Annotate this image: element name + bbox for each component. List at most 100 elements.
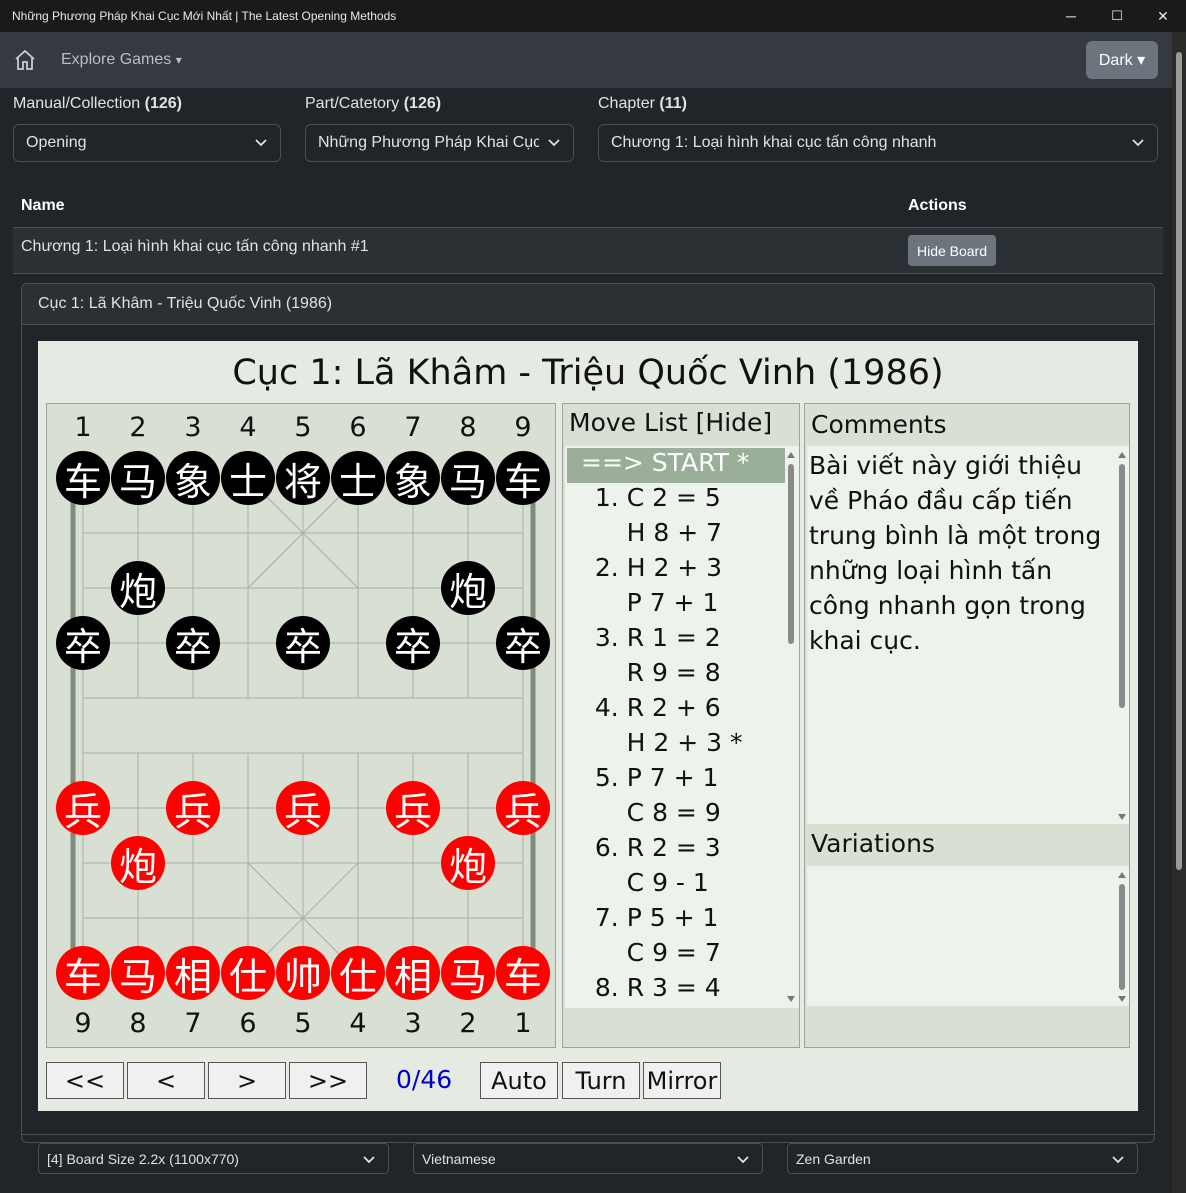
column-number: 3 bbox=[404, 1008, 422, 1039]
black-piece[interactable]: 士 bbox=[331, 451, 385, 505]
red-piece[interactable]: 相 bbox=[166, 946, 220, 1000]
black-piece[interactable]: 士 bbox=[221, 451, 275, 505]
black-pawn[interactable]: 卒 bbox=[276, 616, 330, 670]
red-pawn[interactable]: 兵 bbox=[276, 781, 330, 835]
next-move-button[interactable]: > bbox=[208, 1062, 286, 1099]
black-piece[interactable]: 象 bbox=[386, 451, 440, 505]
scroll-down-icon[interactable] bbox=[787, 996, 795, 1002]
explore-games-menu[interactable]: Explore Games ▾ bbox=[61, 51, 182, 69]
move-item[interactable]: C 8 = 9 bbox=[579, 798, 721, 833]
scroll-up-icon[interactable] bbox=[1118, 872, 1126, 878]
move-item[interactable]: P 7 + 1 bbox=[579, 588, 719, 623]
column-number: 4 bbox=[239, 412, 257, 443]
variations-box[interactable] bbox=[807, 866, 1129, 1006]
column-number: 3 bbox=[184, 412, 202, 443]
column-number: 2 bbox=[129, 412, 147, 443]
maximize-button[interactable]: ☐ bbox=[1094, 0, 1140, 32]
scroll-down-icon[interactable] bbox=[1118, 996, 1126, 1002]
board-size-select[interactable]: [4] Board Size 2.2x (1100x770) bbox=[38, 1143, 389, 1174]
move-list-panel: Move List [Hide] ==> START * 1. C 2 = 5 … bbox=[562, 403, 800, 1048]
comments-scrollbar[interactable] bbox=[1115, 448, 1129, 824]
move-item[interactable]: 8. R 3 = 4 bbox=[579, 973, 721, 1008]
red-cannon[interactable]: 炮 bbox=[111, 836, 165, 890]
column-number: 8 bbox=[129, 1008, 147, 1039]
chapter-select[interactable]: Chương 1: Loại hình khai cục tấn công nh… bbox=[598, 124, 1158, 162]
move-item[interactable]: 6. R 2 = 3 bbox=[579, 833, 721, 868]
first-move-button[interactable]: << bbox=[46, 1062, 124, 1099]
move-list-scrollbar[interactable] bbox=[784, 448, 798, 1006]
move-item[interactable]: 7. P 5 + 1 bbox=[579, 903, 718, 938]
red-piece[interactable]: 相 bbox=[386, 946, 440, 1000]
black-pawn[interactable]: 卒 bbox=[166, 616, 220, 670]
scroll-down-icon[interactable] bbox=[1118, 814, 1126, 820]
variations-header: Variations bbox=[811, 829, 935, 858]
chapter-label: Chapter (11) bbox=[598, 95, 687, 112]
black-cannon[interactable]: 炮 bbox=[111, 561, 165, 615]
black-piece[interactable]: 车 bbox=[56, 451, 110, 505]
move-item[interactable]: C 9 = 7 bbox=[579, 938, 721, 973]
scroll-up-icon[interactable] bbox=[787, 452, 795, 458]
move-item[interactable]: C 9 - 1 bbox=[579, 868, 709, 903]
red-pawn[interactable]: 兵 bbox=[56, 781, 110, 835]
page-scrollbar[interactable] bbox=[1172, 32, 1186, 1193]
red-cannon[interactable]: 炮 bbox=[441, 836, 495, 890]
black-piece[interactable]: 象 bbox=[166, 451, 220, 505]
move-counter: 0/46 bbox=[396, 1065, 453, 1094]
move-item[interactable]: 2. H 2 + 3 bbox=[579, 553, 722, 588]
turn-board-button[interactable]: Turn bbox=[562, 1062, 640, 1099]
move-item[interactable]: H 2 + 3 * bbox=[579, 728, 743, 763]
red-pawn[interactable]: 兵 bbox=[496, 781, 550, 835]
auto-play-button[interactable]: Auto bbox=[480, 1062, 558, 1099]
red-piece[interactable]: 仕 bbox=[221, 946, 275, 1000]
black-cannon[interactable]: 炮 bbox=[441, 561, 495, 615]
part-label: Part/Catetory (126) bbox=[305, 95, 442, 112]
black-piece[interactable]: 车 bbox=[496, 451, 550, 505]
home-icon[interactable] bbox=[13, 48, 37, 72]
actions-column-header: Actions bbox=[908, 197, 967, 214]
red-piece[interactable]: 马 bbox=[441, 946, 495, 1000]
mirror-board-button[interactable]: Mirror bbox=[643, 1062, 721, 1099]
board-theme-select[interactable]: Zen Garden bbox=[787, 1143, 1138, 1174]
red-piece[interactable]: 车 bbox=[496, 946, 550, 1000]
black-piece[interactable]: 马 bbox=[441, 451, 495, 505]
red-pawn[interactable]: 兵 bbox=[386, 781, 440, 835]
move-start[interactable]: ==> START * bbox=[567, 448, 785, 483]
move-item[interactable]: 1. C 2 = 5 bbox=[579, 483, 721, 518]
language-select[interactable]: Vietnamese bbox=[413, 1143, 763, 1174]
window-title: Những Phương Pháp Khai Cục Mới Nhất | Th… bbox=[12, 9, 397, 23]
black-pawn[interactable]: 卒 bbox=[56, 616, 110, 670]
chevron-down-icon bbox=[1112, 1156, 1124, 1164]
variations-scrollbar[interactable] bbox=[1115, 868, 1129, 1006]
red-piece[interactable]: 仕 bbox=[331, 946, 385, 1000]
part-select[interactable]: Những Phương Pháp Khai Cục Mới Nhất bbox=[305, 124, 574, 162]
comments-header: Comments bbox=[811, 410, 947, 439]
black-pawn[interactable]: 卒 bbox=[386, 616, 440, 670]
move-item[interactable]: 3. R 1 = 2 bbox=[579, 623, 721, 658]
black-pawn[interactable]: 卒 bbox=[496, 616, 550, 670]
move-item[interactable]: H 8 + 7 bbox=[579, 518, 722, 553]
close-button[interactable]: ✕ bbox=[1140, 0, 1186, 32]
minimize-button[interactable]: ─ bbox=[1048, 0, 1094, 32]
column-number: 1 bbox=[74, 412, 92, 443]
last-move-button[interactable]: >> bbox=[289, 1062, 367, 1099]
column-number: 2 bbox=[459, 1008, 477, 1039]
xiangqi-board[interactable]: 车马象士将士象马车炮炮卒卒卒卒卒兵兵兵兵兵炮炮车马相仕帅仕相马车 1234567… bbox=[46, 403, 556, 1048]
navbar: Explore Games ▾ Dark ▾ bbox=[0, 32, 1172, 88]
hide-board-button[interactable]: Hide Board bbox=[908, 235, 996, 266]
move-item[interactable]: R 9 = 8 bbox=[579, 658, 721, 693]
move-item[interactable]: 5. P 7 + 1 bbox=[579, 763, 718, 798]
red-piece[interactable]: 帅 bbox=[276, 946, 330, 1000]
red-pawn[interactable]: 兵 bbox=[166, 781, 220, 835]
prev-move-button[interactable]: < bbox=[127, 1062, 205, 1099]
red-piece[interactable]: 车 bbox=[56, 946, 110, 1000]
move-list-header[interactable]: Move List [Hide] bbox=[569, 408, 772, 437]
black-piece[interactable]: 马 bbox=[111, 451, 165, 505]
theme-toggle-button[interactable]: Dark ▾ bbox=[1086, 41, 1158, 79]
move-item[interactable]: 4. R 2 + 6 bbox=[579, 693, 721, 728]
scroll-up-icon[interactable] bbox=[1118, 452, 1126, 458]
comments-box[interactable]: Bài viết này giới thiệu về Pháo đầu cấp … bbox=[807, 446, 1129, 824]
red-piece[interactable]: 马 bbox=[111, 946, 165, 1000]
manual-select[interactable]: Opening bbox=[13, 124, 281, 162]
move-list[interactable]: ==> START * 1. C 2 = 5 H 8 + 7 2. H 2 + … bbox=[565, 446, 799, 1008]
black-piece[interactable]: 将 bbox=[276, 451, 330, 505]
